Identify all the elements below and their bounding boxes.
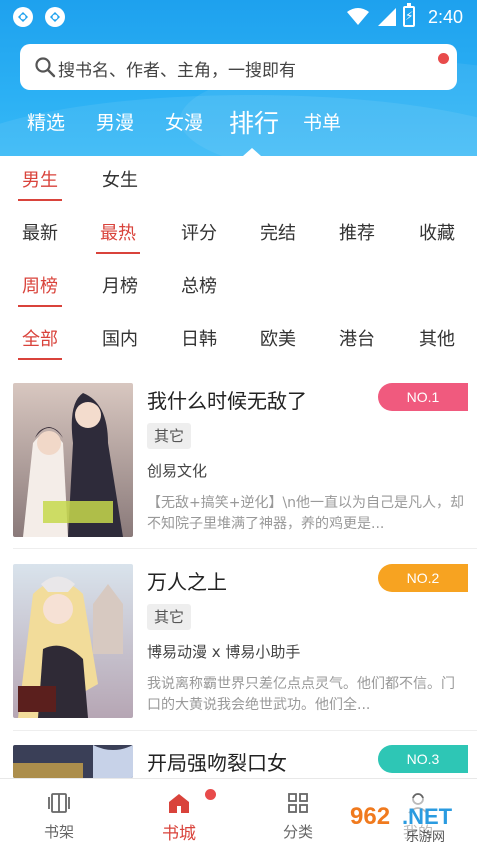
svg-text:.NET: .NET [402, 804, 453, 829]
book-title[interactable]: 我什么时候无敌了 [147, 385, 307, 414]
notification-dot [438, 53, 449, 64]
filter-favorites[interactable]: 收藏 [419, 219, 455, 245]
rank-badge: NO.3 [378, 745, 468, 773]
tab-ranking[interactable]: 排行 [229, 104, 279, 140]
nav-bookshelf[interactable]: 书架 [19, 779, 99, 849]
app-notification-icon [45, 7, 65, 27]
nav-label: 书架 [43, 823, 74, 841]
book-item[interactable]: 开局强吻裂口女 NO.3 [0, 745, 477, 778]
region-filter: 全部 国内 日韩 欧美 港台 其他 [0, 317, 477, 360]
tab-male-comics[interactable]: 男漫 [96, 108, 134, 135]
book-item[interactable]: 万人之上 其它 博易动漫 x 博易小助手 我说离称霸世界只差亿点点灵气。他们都不… [0, 564, 477, 744]
site-watermark-logo: 962 .NET 乐游网 [342, 798, 477, 845]
filter-female[interactable]: 女生 [102, 166, 138, 192]
book-cover[interactable] [13, 745, 133, 778]
divider [13, 730, 477, 731]
status-bar: ⚡ 2:40 [0, 0, 477, 34]
active-underline [96, 252, 140, 254]
gender-filter: 男生 女生 [0, 158, 477, 201]
book-title[interactable]: 万人之上 [147, 566, 227, 595]
filter-western[interactable]: 欧美 [260, 325, 296, 351]
active-tab-indicator [243, 148, 261, 156]
filter-label: 周榜 [22, 276, 58, 297]
filter-other[interactable]: 其他 [419, 325, 455, 351]
filter-label: 男生 [22, 170, 58, 191]
book-title[interactable]: 开局强吻裂口女 [147, 747, 287, 776]
battery-icon: ⚡ [403, 3, 415, 27]
book-author: 博易动漫 x 博易小助手 [147, 643, 301, 661]
active-underline [18, 358, 62, 360]
filter-recommended[interactable]: 推荐 [339, 219, 375, 245]
tab-featured[interactable]: 精选 [27, 108, 65, 135]
bookshelf-icon [48, 793, 70, 813]
nav-label: 分类 [282, 823, 313, 841]
sort-filter: 最新 最热 评分 完结 推荐 收藏 [0, 211, 477, 254]
tab-female-comics[interactable]: 女漫 [165, 108, 203, 135]
tab-booklist[interactable]: 书单 [303, 108, 341, 135]
notification-dot [205, 789, 216, 800]
nav-category[interactable]: 分类 [258, 779, 338, 849]
filter-weekly[interactable]: 周榜 [18, 272, 62, 307]
filter-all-time[interactable]: 总榜 [181, 272, 217, 298]
filter-completed[interactable]: 完结 [260, 219, 296, 245]
filter-label: 最热 [100, 223, 136, 244]
header: ⚡ 2:40 搜书名、作者、主角，一搜即有 精选 男漫 女漫 排行 书单 [0, 0, 477, 156]
filter-hk-tw[interactable]: 港台 [339, 325, 375, 351]
filter-hottest[interactable]: 最热 [96, 219, 140, 254]
rank-badge: NO.1 [378, 383, 468, 411]
filter-rating[interactable]: 评分 [181, 219, 217, 245]
grid-icon [288, 793, 308, 813]
signal-icon [378, 8, 396, 26]
book-cover[interactable] [13, 383, 133, 537]
period-filter: 周榜 月榜 总榜 [0, 264, 477, 307]
status-time: 2:40 [427, 7, 463, 27]
svg-text:962: 962 [350, 803, 390, 830]
book-item[interactable]: 我什么时候无敌了 其它 创易文化 【无敌+搞笑+逆化】\n他一直以为自己是凡人，… [0, 383, 477, 563]
app-notification-icon [13, 7, 33, 27]
search-icon [35, 57, 56, 78]
filter-monthly[interactable]: 月榜 [102, 272, 138, 298]
genre-tag: 其它 [147, 604, 192, 630]
filter-japan-korea[interactable]: 日韩 [181, 325, 217, 351]
filter-newest[interactable]: 最新 [22, 219, 58, 245]
wifi-icon [347, 8, 369, 25]
divider [13, 548, 477, 549]
filter-domestic[interactable]: 国内 [102, 325, 138, 351]
cover-illustration [13, 745, 133, 778]
active-underline [18, 199, 62, 201]
nav-label: 书城 [162, 824, 196, 844]
svg-text:乐游网: 乐游网 [406, 830, 445, 845]
search-placeholder: 搜书名、作者、主角，一搜即有 [58, 61, 296, 81]
filter-male[interactable]: 男生 [18, 166, 62, 201]
active-underline [18, 305, 62, 307]
filter-all[interactable]: 全部 [18, 325, 62, 360]
channel-tabs: 精选 男漫 女漫 排行 书单 [0, 108, 477, 156]
search-input[interactable]: 搜书名、作者、主角，一搜即有 [20, 44, 457, 90]
book-description: 【无敌+搞笑+逆化】\n他一直以为自己是凡人，却不知院子里堆满了神器，养的鸡更是… [147, 495, 465, 532]
genre-tag: 其它 [147, 423, 192, 449]
book-cover[interactable] [13, 564, 133, 718]
cover-illustration [13, 564, 133, 718]
rank-badge: NO.2 [378, 564, 468, 592]
home-icon [169, 794, 189, 813]
cover-illustration [13, 383, 133, 537]
filter-label: 全部 [22, 329, 58, 350]
book-author: 创易文化 [147, 462, 208, 480]
book-description: 我说离称霸世界只差亿点点灵气。他们都不信。门口的大黄说我会绝世武功。他们全... [147, 676, 455, 713]
